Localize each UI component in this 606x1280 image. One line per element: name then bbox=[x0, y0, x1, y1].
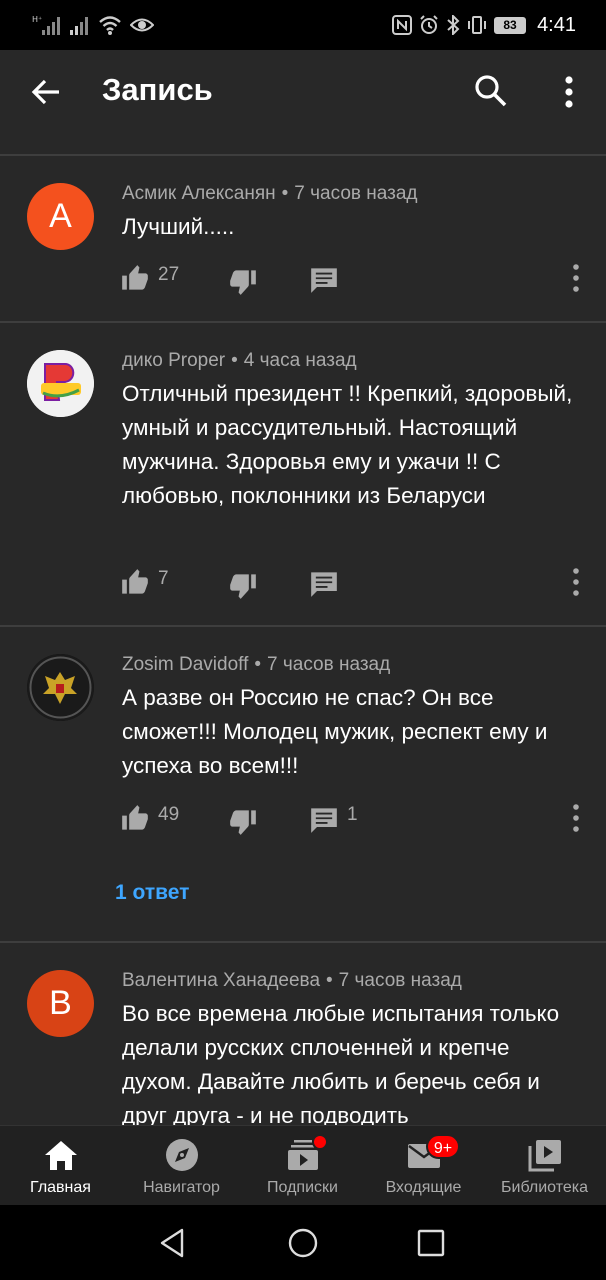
app-bar: Запись bbox=[0, 50, 606, 132]
thumb-up-icon[interactable] bbox=[121, 264, 149, 292]
svg-text:H⁺: H⁺ bbox=[32, 15, 42, 24]
system-back-icon[interactable] bbox=[157, 1227, 189, 1259]
comment-time: 7 часов назад bbox=[338, 970, 462, 991]
comments-feed[interactable]: А Асмик Алексанян • 7 часов назад Лучший..… bbox=[0, 132, 606, 1125]
comment-actions: 49 1 bbox=[0, 798, 606, 838]
comment-item: дико Proper • 4 часа назад Отличный презид… bbox=[0, 323, 606, 625]
eye-icon bbox=[130, 18, 154, 32]
avatar[interactable]: В bbox=[27, 970, 94, 1037]
comment-time: 7 часов назад bbox=[267, 654, 391, 675]
system-navigation-bar bbox=[0, 1205, 606, 1280]
nav-label: Навигатор bbox=[143, 1179, 220, 1196]
nav-home[interactable]: Главная bbox=[0, 1126, 121, 1206]
nav-label: Библиотека bbox=[501, 1179, 588, 1196]
comment-meta: Zosim Davidoff • 7 часов назад bbox=[122, 654, 391, 675]
avatar[interactable] bbox=[27, 654, 94, 721]
signal-h-icon: H⁺ bbox=[32, 15, 60, 35]
nav-subscriptions[interactable]: Подписки bbox=[242, 1126, 363, 1206]
search-icon[interactable] bbox=[473, 73, 509, 109]
reply-icon[interactable] bbox=[310, 266, 338, 294]
like-count: 7 bbox=[158, 568, 169, 589]
bluetooth-icon bbox=[447, 15, 460, 35]
comment-meta: дико Proper • 4 часа назад bbox=[122, 350, 357, 371]
avatar-letter: А bbox=[49, 197, 72, 235]
page-title: Запись bbox=[102, 72, 213, 107]
avatar[interactable]: А bbox=[27, 183, 94, 250]
comment-item: В Валентина Ханадеева • 7 часов назад Во в… bbox=[0, 943, 606, 1125]
avatar-letter: В bbox=[49, 984, 72, 1022]
thumb-down-icon[interactable] bbox=[229, 808, 257, 836]
notification-badge: 9+ bbox=[426, 1134, 460, 1159]
reply-icon[interactable] bbox=[310, 570, 338, 598]
nav-label: Подписки bbox=[267, 1179, 338, 1196]
signal-icon bbox=[70, 17, 88, 35]
system-home-icon[interactable] bbox=[287, 1227, 319, 1259]
nav-label: Входящие bbox=[385, 1179, 462, 1196]
system-recents-icon[interactable] bbox=[415, 1227, 447, 1259]
library-icon bbox=[528, 1140, 561, 1172]
clock: 4:41 bbox=[537, 13, 576, 36]
nfc-icon bbox=[392, 15, 413, 35]
comment-author[interactable]: Zosim Davidoff bbox=[122, 654, 248, 675]
wifi-icon bbox=[99, 16, 121, 35]
notification-dot bbox=[312, 1134, 328, 1150]
comment-text: Во все времена любые испытания только де… bbox=[122, 1001, 560, 1125]
comment-meta: Валентина Ханадеева • 7 часов назад bbox=[122, 970, 462, 991]
reply-count: 1 bbox=[347, 804, 358, 825]
vibrate-icon bbox=[468, 16, 487, 34]
comment-text: А разве он Россию не спас? Он все сможет… bbox=[122, 685, 548, 778]
comment-item: Zosim Davidoff • 7 часов назад А разве он … bbox=[0, 627, 606, 941]
comment-actions: 7 bbox=[0, 562, 606, 602]
reply-icon[interactable] bbox=[310, 806, 338, 834]
comment-text: Отличный президент !! Крепкий, здоровый,… bbox=[122, 381, 573, 508]
like-count: 49 bbox=[158, 804, 180, 825]
view-replies-link[interactable]: 1 ответ bbox=[115, 881, 189, 905]
explore-icon bbox=[165, 1139, 198, 1171]
eagle-emblem-icon bbox=[27, 654, 94, 721]
battery-indicator: 83 bbox=[494, 16, 527, 34]
comment-more-icon[interactable] bbox=[566, 566, 586, 598]
comment-author[interactable]: Асмик Алексанян bbox=[122, 183, 276, 204]
comment-time: 4 часа назад bbox=[243, 350, 357, 371]
status-bar: H⁺ 83 4:41 bbox=[0, 0, 606, 50]
nav-label: Главная bbox=[30, 1179, 91, 1196]
thumb-down-icon[interactable] bbox=[229, 268, 257, 296]
comment-text: Лучший..... bbox=[122, 214, 235, 239]
back-arrow-icon[interactable] bbox=[28, 74, 64, 110]
bottom-navigation: Главная Навигатор Подписки 9+ Входящие Б… bbox=[0, 1125, 606, 1206]
alarm-icon bbox=[420, 15, 438, 34]
comment-meta: Асмик Алексанян • 7 часов назад bbox=[122, 183, 418, 204]
comment-time: 7 часов назад bbox=[294, 183, 418, 204]
nav-inbox[interactable]: 9+ Входящие bbox=[363, 1126, 484, 1206]
comment-more-icon[interactable] bbox=[566, 802, 586, 834]
avatar[interactable] bbox=[27, 350, 94, 417]
thumb-up-icon[interactable] bbox=[121, 804, 149, 832]
comment-item: А Асмик Алексанян • 7 часов назад Лучший..… bbox=[0, 156, 606, 321]
like-count: 27 bbox=[158, 264, 180, 285]
nav-library[interactable]: Библиотека bbox=[484, 1126, 605, 1206]
nav-explore[interactable]: Навигатор bbox=[121, 1126, 242, 1206]
comment-more-icon[interactable] bbox=[566, 262, 586, 294]
home-icon bbox=[44, 1141, 77, 1170]
thumb-down-icon[interactable] bbox=[229, 572, 257, 600]
thumb-up-icon[interactable] bbox=[121, 568, 149, 596]
comment-author[interactable]: дико Proper bbox=[122, 350, 225, 371]
more-vert-icon[interactable] bbox=[552, 74, 586, 110]
avatar-logo-icon bbox=[27, 350, 94, 417]
comment-author[interactable]: Валентина Ханадеева bbox=[122, 970, 320, 991]
comment-actions: 27 bbox=[0, 258, 606, 298]
